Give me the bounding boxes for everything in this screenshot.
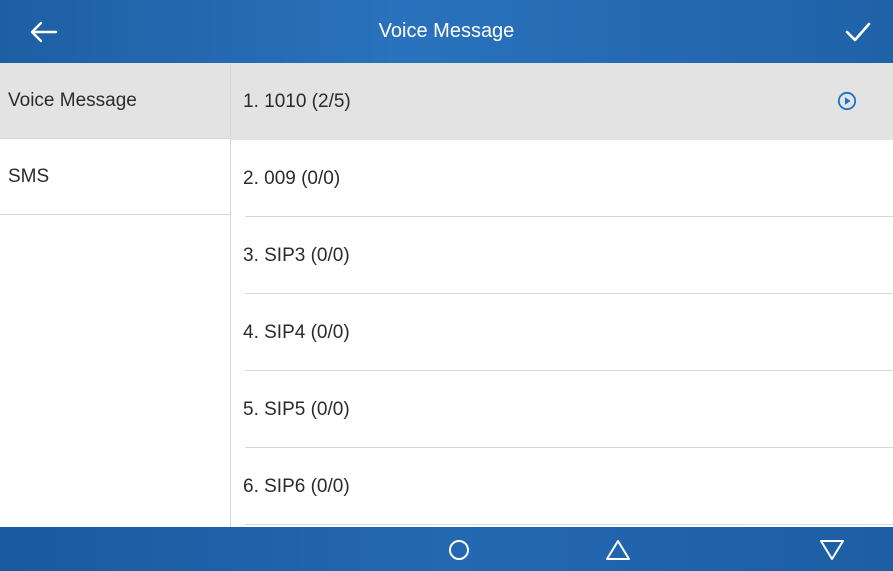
page-title: Voice Message xyxy=(378,20,515,42)
circle-icon xyxy=(449,540,469,560)
softkey-bar xyxy=(0,527,893,571)
list-item[interactable]: 3. SIP3 (0/0) xyxy=(231,217,893,294)
checkmark-icon xyxy=(845,22,871,42)
confirm-button[interactable] xyxy=(833,12,883,52)
list-item[interactable]: 1. 1010 (2/5) xyxy=(231,63,893,140)
list-item-label: 5. SIP5 (0/0) xyxy=(243,398,350,420)
list-item-label: 6. SIP6 (0/0) xyxy=(243,475,350,497)
list-item[interactable]: 6. SIP6 (0/0) xyxy=(231,448,893,525)
list-item-label: 4. SIP4 (0/0) xyxy=(243,321,350,343)
list-item[interactable]: 2. 009 (0/0) xyxy=(231,140,893,217)
sidebar-item-voice-message[interactable]: Voice Message xyxy=(0,63,230,139)
sidebar-item-label: Voice Message xyxy=(8,89,137,111)
back-button[interactable] xyxy=(18,12,68,52)
title-bar: Voice Message xyxy=(0,0,893,63)
category-sidebar: Voice Message SMS xyxy=(0,63,231,527)
sidebar-item-sms[interactable]: SMS xyxy=(0,139,230,215)
softkey-down-button[interactable] xyxy=(802,531,862,569)
account-list: 1. 1010 (2/5) 2. 009 (0/0) 3. SIP3 (0/0)… xyxy=(231,63,893,527)
softkey-circle-button[interactable] xyxy=(429,531,489,569)
triangle-up-icon xyxy=(606,540,630,560)
triangle-down-icon xyxy=(820,540,844,560)
list-item-label: 2. 009 (0/0) xyxy=(243,167,341,189)
list-item[interactable]: 4. SIP4 (0/0) xyxy=(231,294,893,371)
back-arrow-icon xyxy=(30,21,58,43)
list-item-label: 3. SIP3 (0/0) xyxy=(243,244,350,266)
play-icon[interactable] xyxy=(837,91,857,111)
softkey-up-button[interactable] xyxy=(588,531,648,569)
list-item-label: 1. 1010 (2/5) xyxy=(243,90,351,112)
list-item[interactable]: 5. SIP5 (0/0) xyxy=(231,371,893,448)
sidebar-item-label: SMS xyxy=(8,165,50,187)
